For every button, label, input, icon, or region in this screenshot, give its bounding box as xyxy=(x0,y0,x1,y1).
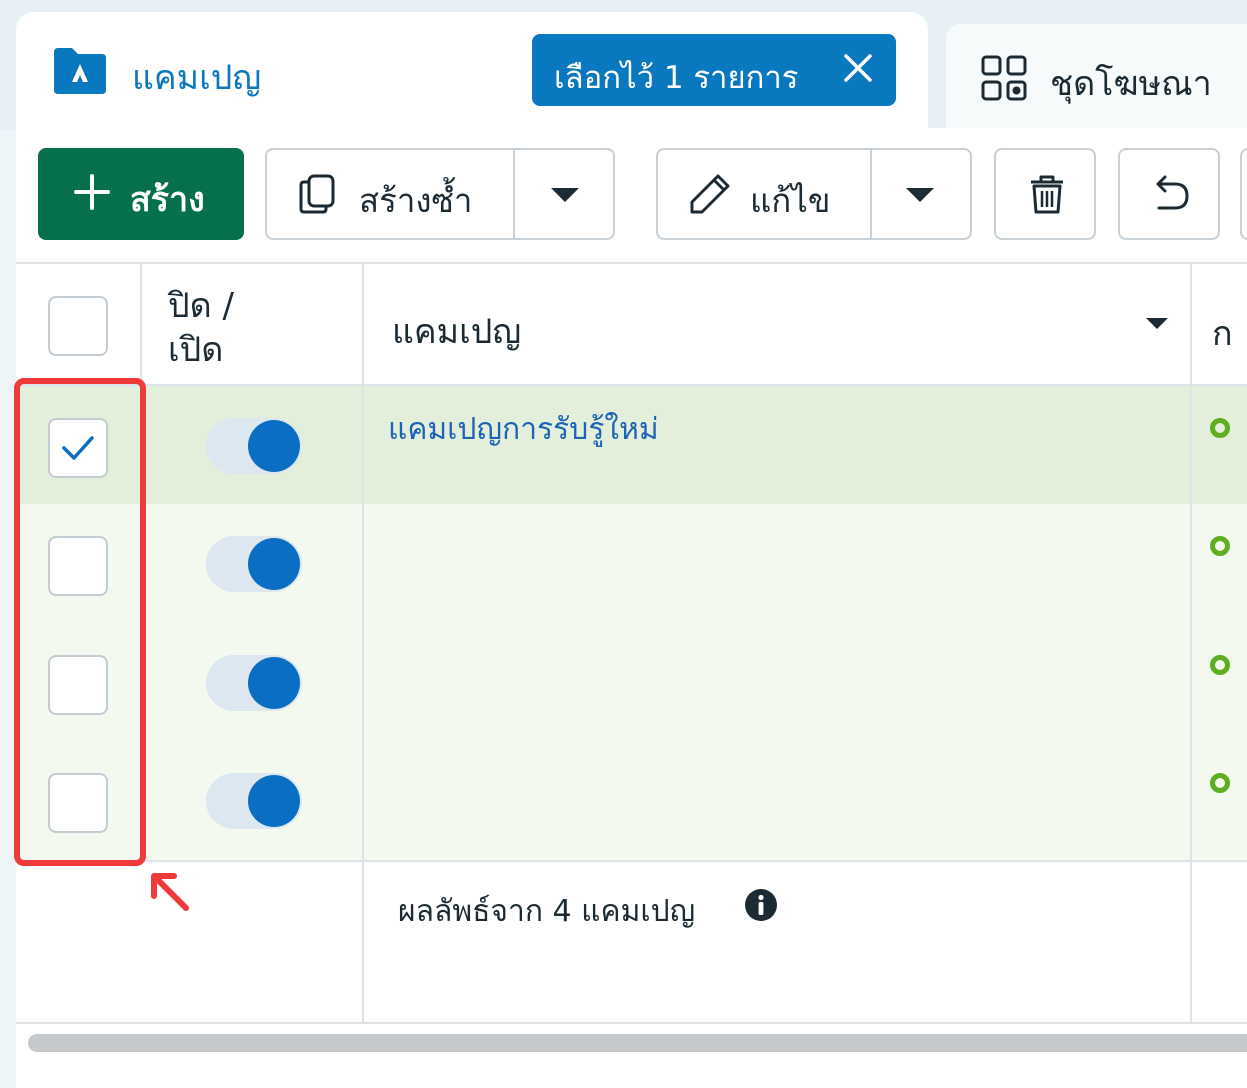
delivery-status-icon xyxy=(1210,655,1230,675)
toggle-knob xyxy=(248,538,300,590)
select-all-checkbox[interactable] xyxy=(48,296,108,356)
toggle-knob xyxy=(248,657,300,709)
table-top-border xyxy=(16,262,1247,264)
campaign-toggle[interactable] xyxy=(206,773,302,829)
annotation-arrow-icon xyxy=(151,873,189,911)
selection-badge[interactable]: เลือกไว้ 1 รายการ xyxy=(532,34,896,106)
column-divider xyxy=(1190,262,1192,1024)
delete-button[interactable] xyxy=(994,148,1096,240)
more-actions-button[interactable] xyxy=(1240,148,1247,240)
edit-button-label: แก้ไข xyxy=(750,181,831,220)
campaign-sort-caret-icon[interactable] xyxy=(1146,318,1168,329)
undo-icon xyxy=(1156,175,1189,210)
duplicate-icon xyxy=(299,174,335,214)
selection-badge-label: เลือกไว้ 1 รายการ xyxy=(554,60,799,96)
info-icon[interactable] xyxy=(744,888,778,922)
edit-button[interactable]: แก้ไข xyxy=(656,148,972,240)
campaign-name-link[interactable]: แคมเปญการรับรู้ใหม่ xyxy=(388,406,659,453)
clear-selection-icon[interactable] xyxy=(840,50,876,86)
rows-bottom-border xyxy=(16,860,1247,862)
footer-bottom-border xyxy=(16,1022,1247,1024)
horizontal-scrollbar[interactable] xyxy=(28,1034,1247,1052)
campaign-toggle[interactable] xyxy=(206,655,302,711)
on-off-column-header[interactable]: ปิด / เปิด xyxy=(168,284,234,372)
campaign-folder-icon xyxy=(54,48,106,94)
adset-grid-icon xyxy=(981,55,1027,101)
tab-adsets-label: ชุดโฆษณา xyxy=(1050,64,1212,104)
toggle-knob xyxy=(248,420,300,472)
pencil-icon xyxy=(690,174,730,214)
duplicate-button-label: สร้างซ้ำ xyxy=(359,181,473,220)
undo-button[interactable] xyxy=(1118,148,1220,240)
create-button[interactable]: สร้าง xyxy=(38,148,244,240)
checkbox-column-highlight xyxy=(14,378,146,866)
unselected-rows-background xyxy=(16,504,1247,860)
duplicate-split-divider xyxy=(513,150,515,238)
on-off-header-line-1: ปิด / xyxy=(168,286,234,326)
delivery-status-icon xyxy=(1210,536,1230,556)
results-summary: ผลลัพธ์จาก 4 แคมเปญ xyxy=(398,894,696,929)
create-button-label: สร้าง xyxy=(130,180,205,220)
duplicate-dropdown-caret-icon[interactable] xyxy=(551,188,579,202)
column-divider xyxy=(362,262,364,1024)
next-column-header[interactable]: ก xyxy=(1212,306,1247,360)
toggle-knob xyxy=(248,775,300,827)
delivery-status-icon xyxy=(1210,418,1230,438)
plus-icon xyxy=(74,174,110,210)
edit-split-divider xyxy=(870,150,872,238)
campaign-toggle[interactable] xyxy=(206,536,302,592)
duplicate-button[interactable]: สร้างซ้ำ xyxy=(265,148,615,240)
tab-campaigns-label: แคมเปญ xyxy=(132,58,262,98)
edit-dropdown-caret-icon[interactable] xyxy=(906,188,934,202)
on-off-header-line-2: เปิด xyxy=(168,330,224,370)
trash-icon xyxy=(1031,175,1063,214)
campaign-column-header[interactable]: แคมเปญ xyxy=(392,304,521,358)
campaign-toggle[interactable] xyxy=(206,418,302,474)
delivery-status-icon xyxy=(1210,773,1230,793)
